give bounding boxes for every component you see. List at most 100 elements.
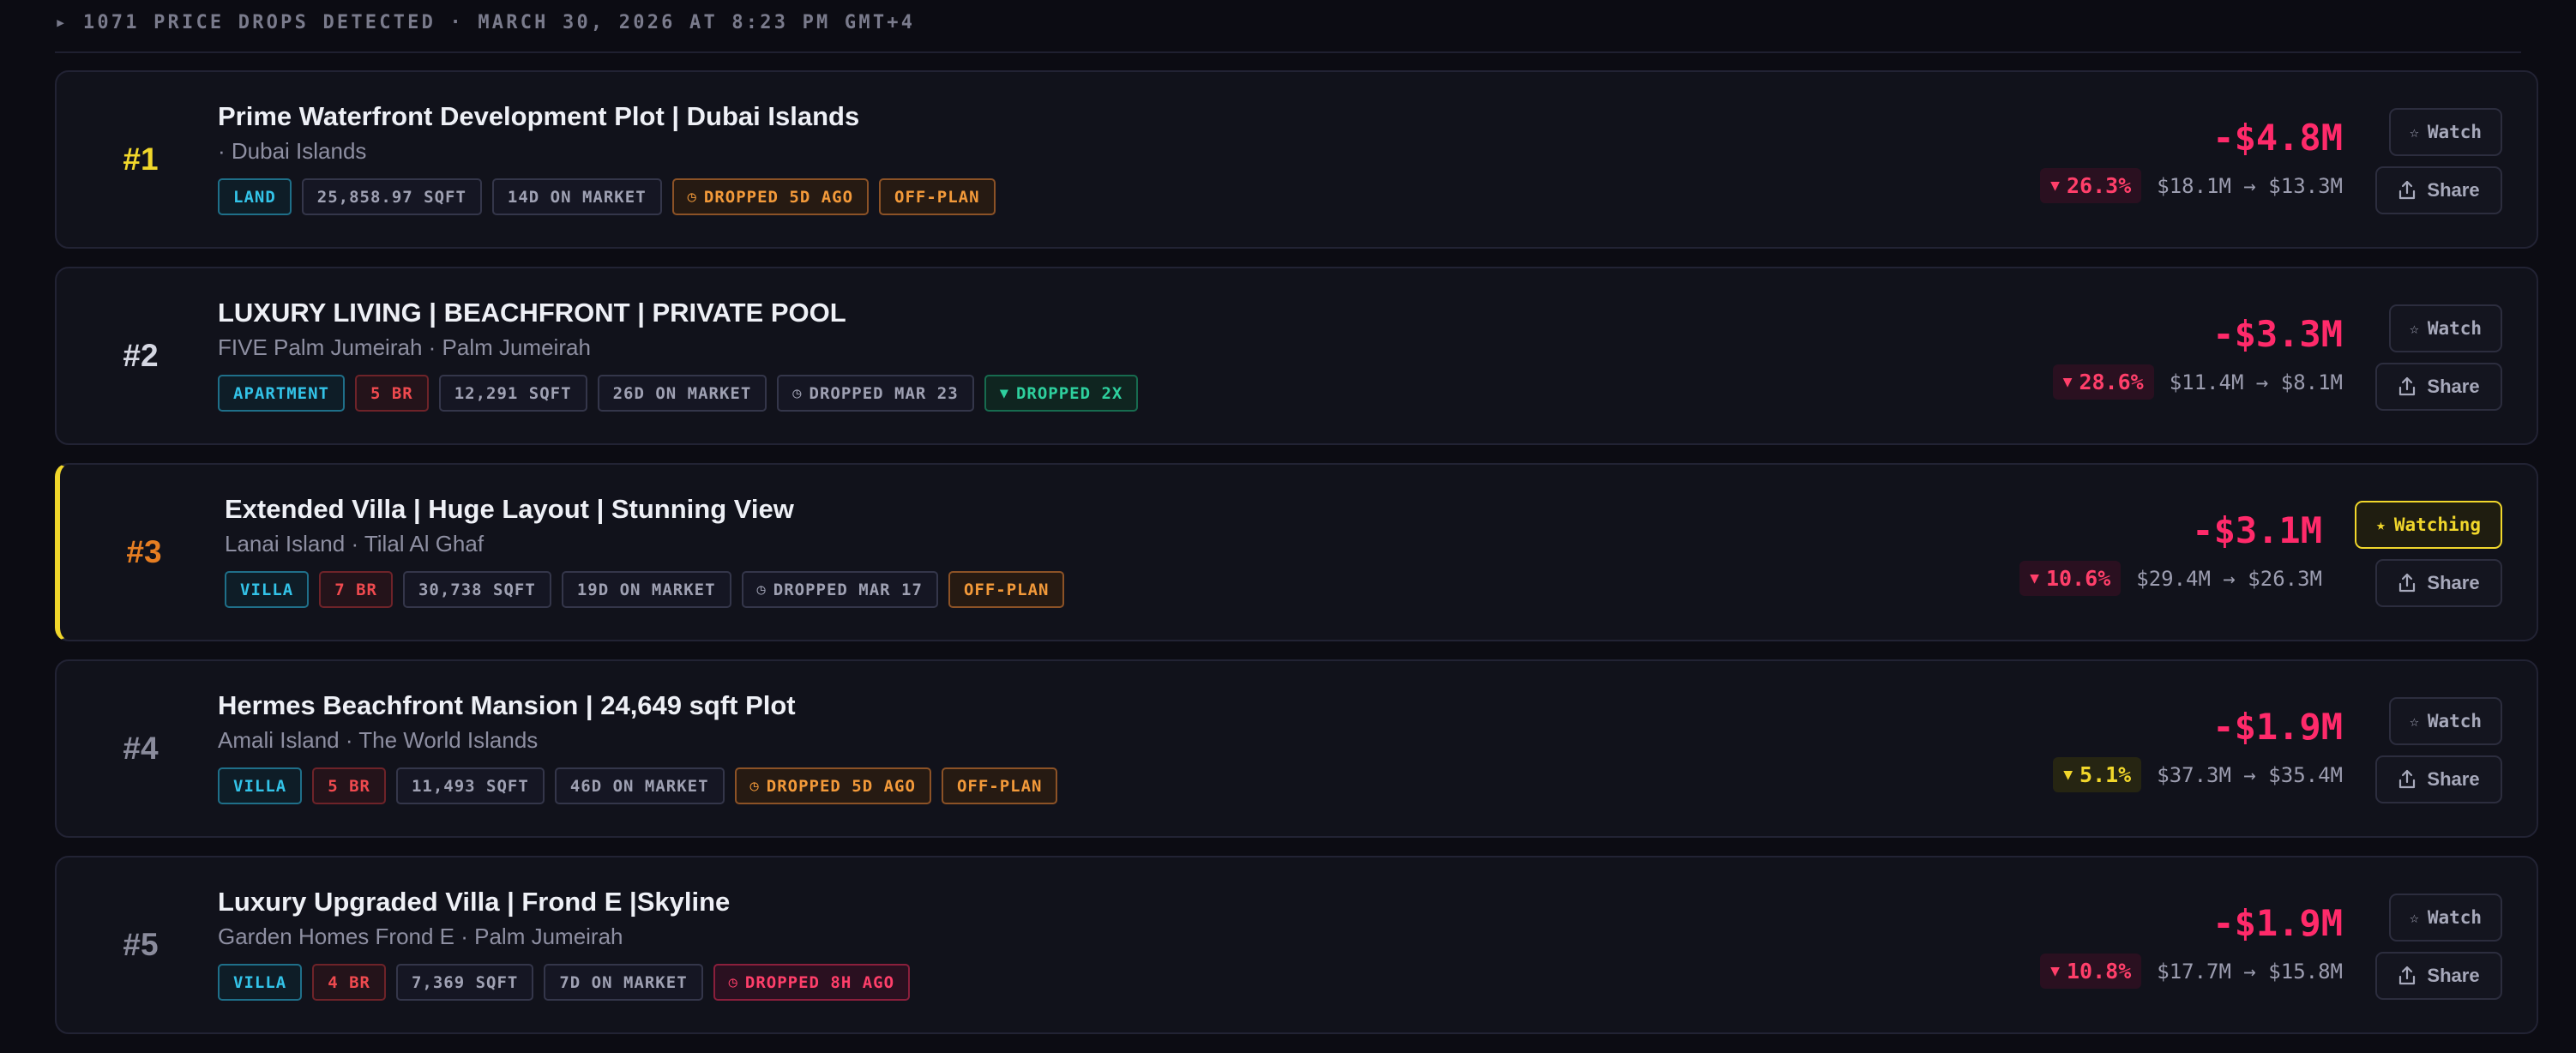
watch-button[interactable]: ☆ Watch: [2389, 894, 2502, 942]
drop-details: ▼ 28.6% $11.4M → $8.1M: [2052, 364, 2343, 400]
tag-dropped-date: ◷ DROPPED 5D AGO: [734, 767, 931, 804]
listing-tags: VILLA 7 BR 30,738 SQFT 19D ON MARKET ◷ DR…: [225, 571, 1065, 608]
header-divider: [55, 51, 2521, 53]
listing-card-watching[interactable]: #3 Extended Villa | Huge Layout | Stunni…: [55, 463, 2538, 641]
tag-days-on-market: 26D ON MARKET: [597, 375, 767, 412]
tag-bedrooms: 7 BR: [319, 571, 393, 608]
clock-icon: ◷: [756, 581, 767, 599]
tag-days-on-market: 46D ON MARKET: [554, 767, 725, 804]
share-icon: [2399, 573, 2416, 593]
share-button[interactable]: Share: [2375, 755, 2502, 803]
share-label: Share: [2427, 179, 2480, 201]
listing-location: Lanai Island · Tilal Al Ghaf: [225, 531, 485, 557]
listing-rank: #2: [123, 338, 159, 373]
drop-percent: 28.6%: [2079, 370, 2144, 394]
listing-title[interactable]: Prime Waterfront Development Plot | Duba…: [218, 101, 859, 132]
tag-property-type: LAND: [218, 178, 292, 215]
tag-bedrooms: 5 BR: [312, 767, 386, 804]
listing-location: Amali Island · The World Islands: [218, 727, 539, 753]
tag-off-plan: OFF-PLAN: [879, 178, 996, 215]
tag-dropped-date: ◷ DROPPED 5D AGO: [671, 178, 870, 215]
listing-location: FIVE Palm Jumeirah · Palm Jumeirah: [218, 334, 591, 360]
drop-details: ▼ 5.1% $37.3M → $35.4M: [2053, 757, 2343, 792]
watch-button[interactable]: ☆ Watch: [2389, 697, 2502, 745]
triangle-down-icon: ▼: [2050, 962, 2060, 980]
star-outline-icon: ☆: [2409, 319, 2419, 338]
drop-amount: -$1.9M: [2212, 706, 2343, 748]
drop-percent: 26.3%: [2066, 173, 2132, 198]
star-outline-icon: ☆: [2409, 908, 2419, 927]
share-icon: [2399, 376, 2416, 396]
share-button[interactable]: Share: [2375, 166, 2502, 214]
watching-button[interactable]: ★ Watching: [2355, 501, 2502, 549]
tag-property-type: VILLA: [225, 571, 310, 608]
tag-size: 25,858.97 SQFT: [301, 178, 482, 215]
triangle-down-icon: ▼: [2063, 766, 2073, 784]
tag-days-on-market: 7D ON MARKET: [544, 964, 703, 1001]
listing-card[interactable]: #2 LUXURY LIVING | BEACHFRONT | PRIVATE …: [55, 267, 2538, 445]
listing-rank: #5: [123, 927, 159, 962]
drop-amount: -$4.8M: [2212, 117, 2343, 159]
price-change: $29.4M → $26.3M: [2136, 566, 2322, 591]
share-button[interactable]: Share: [2375, 952, 2502, 1000]
tag-off-plan: OFF-PLAN: [948, 571, 1065, 608]
triangle-down-icon: ▼: [2050, 177, 2060, 195]
tag-days-on-market: 19D ON MARKET: [561, 571, 731, 608]
tag-size: 11,493 SQFT: [395, 767, 545, 804]
tag-size: 12,291 SQFT: [438, 375, 587, 412]
share-button[interactable]: Share: [2375, 559, 2502, 607]
listing-location: Garden Homes Frond E · Palm Jumeirah: [218, 924, 623, 949]
tag-size: 7,369 SQFT: [395, 964, 534, 1001]
listing-card[interactable]: #5 Luxury Upgraded Villa | Frond E |Skyl…: [55, 856, 2538, 1034]
watch-button[interactable]: ☆ Watch: [2389, 304, 2502, 352]
listing-tags: VILLA 4 BR 7,369 SQFT 7D ON MARKET ◷ DROP…: [218, 964, 911, 1001]
watch-label: Watch: [2427, 907, 2483, 928]
listing-title[interactable]: Extended Villa | Huge Layout | Stunning …: [225, 494, 794, 525]
star-filled-icon: ★: [2376, 515, 2386, 534]
listing-title[interactable]: Hermes Beachfront Mansion | 24,649 sqft …: [218, 690, 796, 721]
listing-card[interactable]: #4 Hermes Beachfront Mansion | 24,649 sq…: [55, 659, 2538, 838]
watch-label: Watch: [2427, 711, 2483, 731]
triangle-down-icon: ▼: [2062, 373, 2073, 391]
clock-icon: ◷: [749, 777, 760, 795]
price-change: $17.7M → $15.8M: [2157, 959, 2343, 984]
tag-days-on-market: 14D ON MARKET: [491, 178, 662, 215]
star-outline-icon: ☆: [2409, 712, 2419, 731]
tag-dropped-date-label: DROPPED 5D AGO: [703, 187, 854, 207]
tag-dropped-date-label: DROPPED MAR 23: [809, 383, 959, 403]
star-outline-icon: ☆: [2409, 123, 2419, 141]
share-label: Share: [2427, 376, 2480, 397]
drop-percent-badge: ▼ 5.1%: [2053, 757, 2142, 792]
drop-details: ▼ 26.3% $18.1M → $13.3M: [2040, 168, 2343, 203]
listing-location: · Dubai Islands: [218, 138, 367, 164]
drop-details: ▼ 10.6% $29.4M → $26.3M: [2019, 561, 2322, 596]
tag-off-plan: OFF-PLAN: [941, 767, 1058, 804]
listing-title[interactable]: Luxury Upgraded Villa | Frond E |Skyline: [218, 887, 730, 918]
tag-property-type: APARTMENT: [218, 375, 345, 412]
listing-tags: APARTMENT 5 BR 12,291 SQFT 26D ON MARKET…: [218, 375, 1139, 412]
listing-tags: VILLA 5 BR 11,493 SQFT 46D ON MARKET ◷ DR…: [218, 767, 1058, 804]
drop-percent: 10.8%: [2066, 959, 2132, 984]
drop-percent-badge: ▼ 28.6%: [2052, 364, 2154, 400]
share-label: Share: [2427, 768, 2480, 790]
tag-size: 30,738 SQFT: [402, 571, 551, 608]
tag-dropped-count: ▼ DROPPED 2X: [984, 375, 1139, 412]
listing-rank: #4: [123, 731, 159, 766]
listing-title[interactable]: LUXURY LIVING | BEACHFRONT | PRIVATE POO…: [218, 298, 846, 328]
tag-bedrooms: 4 BR: [312, 964, 386, 1001]
drop-percent: 5.1%: [2079, 762, 2132, 787]
watch-label: Watch: [2427, 318, 2483, 339]
tag-dropped-date-label: DROPPED 8H AGO: [744, 972, 895, 992]
drop-percent: 10.6%: [2045, 566, 2111, 591]
listing-tags: LAND 25,858.97 SQFT 14D ON MARKET ◷ DROPP…: [218, 178, 996, 215]
drop-details: ▼ 10.8% $17.7M → $15.8M: [2040, 954, 2343, 989]
clock-icon: ◷: [728, 973, 738, 991]
share-button[interactable]: Share: [2375, 363, 2502, 411]
tag-property-type: VILLA: [218, 964, 303, 1001]
tag-property-type: VILLA: [218, 767, 303, 804]
watch-button[interactable]: ☆ Watch: [2389, 108, 2502, 156]
drop-amount: -$1.9M: [2212, 902, 2343, 944]
listing-card[interactable]: #1 Prime Waterfront Development Plot | D…: [55, 70, 2538, 249]
drop-percent-badge: ▼ 26.3%: [2040, 168, 2142, 203]
price-change: $11.4M → $8.1M: [2169, 370, 2343, 394]
